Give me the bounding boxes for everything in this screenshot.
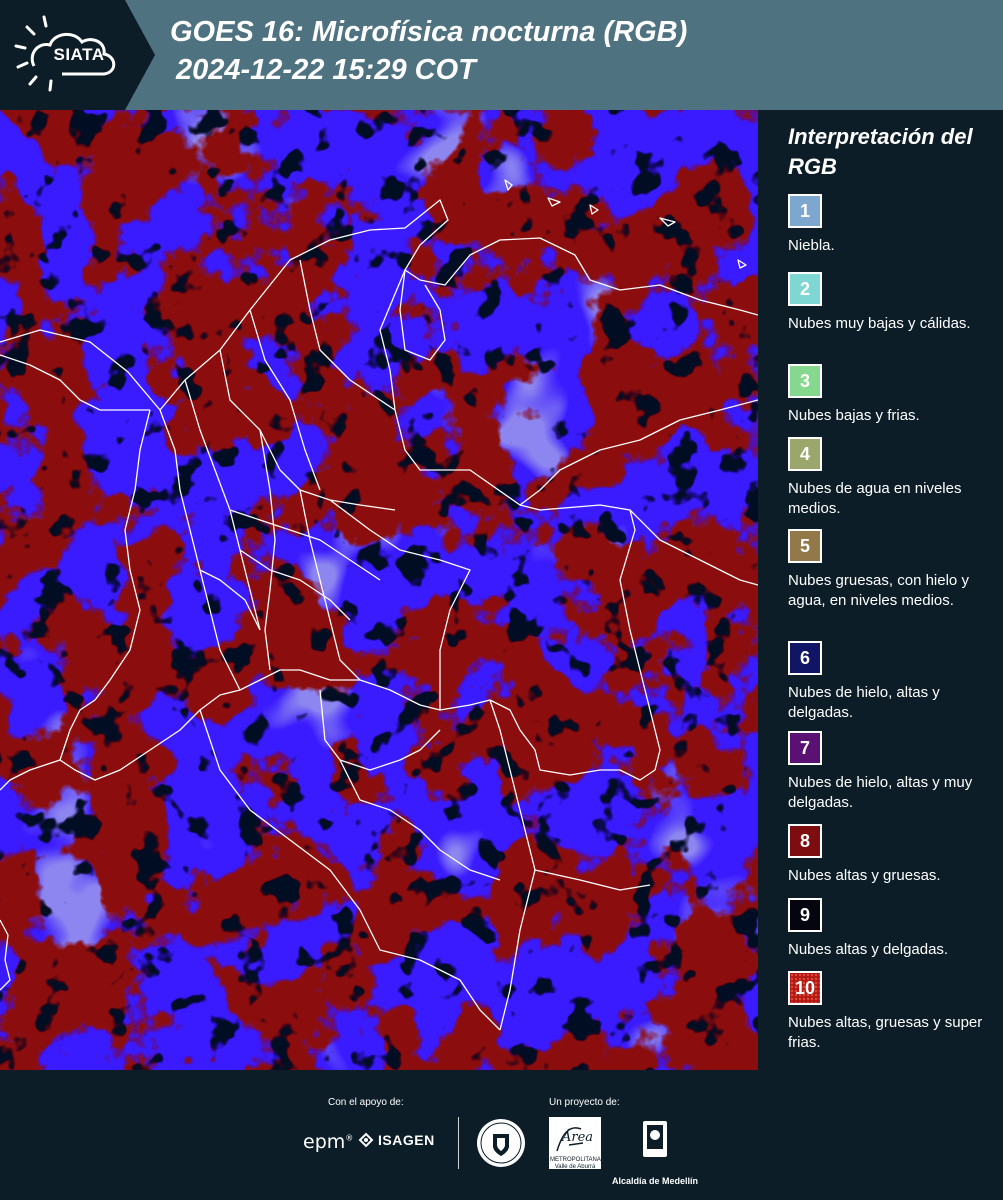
legend-number: 2 — [799, 278, 810, 299]
legend-number: 1 — [799, 200, 810, 221]
alcaldia-label: Alcaldía de Medellín — [612, 1176, 699, 1186]
support-label: Con el apoyo de: — [328, 1097, 404, 1108]
area-metropolitana-script: Área — [562, 1130, 594, 1145]
header: SIATA GOES 16: Microfísica nocturna (RGB… — [0, 0, 1003, 110]
legend-swatch-6: 6 — [788, 641, 822, 675]
legend-description: Nubes de hielo, altas y muy delgadas. — [788, 774, 973, 811]
legend-swatch-5: 5 — [788, 529, 822, 563]
legend-number: 8 — [799, 830, 810, 851]
area-metropolitana-label: METROPOLITANA Valle de Aburrá — [550, 1157, 601, 1170]
legend-description: Nubes gruesas, con hielo y agua, en nive… — [788, 572, 969, 609]
legend-number: 10 — [794, 977, 816, 998]
legend-item-6: 6 Nubes de hielo, altas y delgadas. — [788, 641, 993, 723]
legend-swatch-9: 9 — [788, 898, 822, 932]
legend-description: Nubes de agua en niveles medios. — [788, 480, 962, 517]
footer-divider — [458, 1117, 459, 1169]
legend-description: Nubes de hielo, altas y delgadas. — [788, 684, 940, 721]
legend-title: Interpretación del RGB — [788, 124, 973, 179]
alcaldia-shield-logo — [643, 1121, 667, 1157]
siata-logo-text: SIATA — [53, 45, 105, 64]
legend-number: 4 — [799, 443, 810, 464]
isagen-logo: ISAGEN — [358, 1132, 435, 1148]
legend-item-8: 8 Nubes altas y gruesas. — [788, 824, 993, 886]
legend-number: 6 — [799, 647, 810, 668]
legend-item-10: 10 Nubes altas, gruesas y super frias. — [788, 971, 993, 1053]
legend-number: 5 — [799, 535, 810, 556]
legend-item-3: 3 Nubes bajas y frias. — [788, 364, 993, 426]
footer: Con el apoyo de: Un proyecto de: epm® IS… — [0, 1070, 1003, 1200]
epm-registered-mark: ® — [345, 1133, 354, 1143]
legend-description: Niebla. — [788, 237, 835, 254]
siata-logo: SIATA — [0, 0, 155, 110]
legend-description: Nubes altas, gruesas y super frias. — [788, 1014, 983, 1051]
isagen-logo-text: ISAGEN — [378, 1132, 435, 1148]
legend-number: 9 — [799, 904, 810, 925]
legend-description: Nubes altas y delgadas. — [788, 941, 949, 958]
project-label: Un proyecto de: — [549, 1097, 620, 1108]
legend-swatch-7: 7 — [788, 731, 822, 765]
page-title: GOES 16: Microfísica nocturna (RGB) — [170, 16, 688, 48]
page-timestamp: 2024-12-22 15:29 COT — [176, 54, 476, 86]
epm-logo-text: epm — [303, 1131, 346, 1153]
legend-description: Nubes bajas y frias. — [788, 407, 920, 424]
isagen-icon — [358, 1132, 374, 1148]
legend-item-9: 9 Nubes altas y delgadas. — [788, 898, 993, 960]
legend-description: Nubes altas y gruesas. — [788, 867, 941, 884]
legend-item-1: 1 Niebla. — [788, 194, 993, 256]
siata-seal-logo — [477, 1119, 525, 1167]
epm-logo: epm® — [303, 1131, 353, 1153]
legend-swatch-3: 3 — [788, 364, 822, 398]
legend-swatch-10: 10 — [788, 971, 822, 1005]
legend-item-5: 5 Nubes gruesas, con hielo y agua, en ni… — [788, 529, 993, 611]
legend-description: Nubes muy bajas y cálidas. — [788, 315, 971, 332]
legend-item-7: 7 Nubes de hielo, altas y muy delgadas. — [788, 731, 993, 813]
legend-number: 7 — [799, 737, 810, 758]
legend-number: 3 — [799, 370, 810, 391]
legend-panel: Interpretación del RGB 1 Niebla. 2 Nubes… — [776, 110, 1003, 1070]
legend-swatch-1: 1 — [788, 194, 822, 228]
satellite-map — [0, 110, 758, 1070]
legend-swatch-8: 8 — [788, 824, 822, 858]
legend-swatch-4: 4 — [788, 437, 822, 471]
satellite-rgb-image — [0, 110, 758, 1070]
legend-item-2: 2 Nubes muy bajas y cálidas. — [788, 272, 993, 334]
legend-item-4: 4 Nubes de agua en niveles medios. — [788, 437, 993, 519]
legend-swatch-2: 2 — [788, 272, 822, 306]
